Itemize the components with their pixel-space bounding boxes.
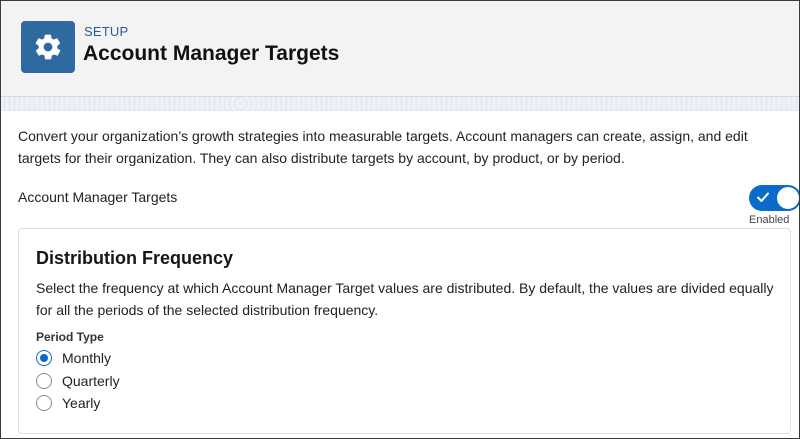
card-description: Select the frequency at which Account Ma… — [36, 280, 774, 318]
radio-yearly[interactable]: Yearly — [36, 395, 100, 411]
header-eyebrow: SETUP — [84, 24, 129, 39]
toggle-knob — [777, 187, 799, 209]
card-title: Distribution Frequency — [36, 248, 234, 268]
radio-quarterly[interactable]: Quarterly — [36, 373, 120, 389]
radio-label: Monthly — [62, 350, 112, 366]
radio-monthly[interactable]: Monthly — [36, 350, 111, 366]
intro-text: Convert your organization’s growth strat… — [18, 128, 748, 166]
distribution-frequency-card: Distribution Frequency Select the freque… — [18, 228, 791, 434]
setup-page: SETUP Account Manager Targets Convert yo… — [0, 0, 800, 439]
page-header: SETUP Account Manager Targets — [1, 1, 799, 97]
checkmark-icon — [757, 192, 769, 202]
page-title: Account Manager Targets — [83, 42, 340, 65]
period-type-label: Period Type — [36, 330, 104, 344]
radio-label: Yearly — [62, 395, 101, 411]
feature-toggle-label: Account Manager Targets — [18, 189, 178, 205]
header-decorative-band — [1, 97, 799, 111]
feature-toggle[interactable] — [749, 185, 799, 211]
radio-dot — [40, 354, 48, 362]
radio-button[interactable] — [36, 373, 52, 389]
radio-button[interactable] — [36, 395, 52, 411]
radio-label: Quarterly — [62, 373, 120, 389]
gear-icon — [35, 34, 61, 60]
radio-button-selected[interactable] — [36, 350, 52, 366]
header-icon-tile — [21, 21, 75, 73]
toggle-status-text: Enabled — [749, 214, 790, 226]
